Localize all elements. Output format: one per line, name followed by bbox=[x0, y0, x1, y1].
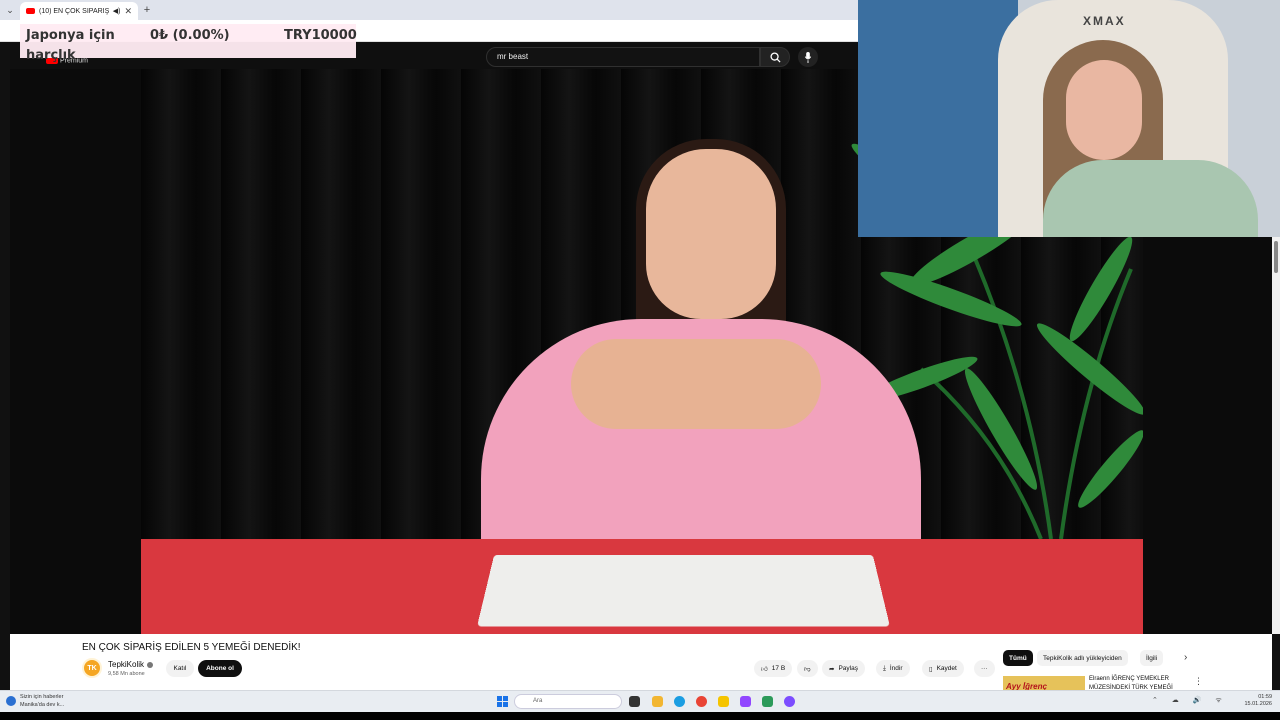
donation-amount: 0₺ (0.00%) bbox=[150, 28, 230, 43]
file-explorer-icon[interactable] bbox=[652, 696, 663, 707]
bookmark-icon: ▯ bbox=[929, 665, 933, 673]
recommendation-menu-icon[interactable]: ⋮ bbox=[1194, 676, 1203, 687]
news-widget-icon[interactable] bbox=[6, 696, 16, 706]
chip-all[interactable]: Tümü bbox=[1003, 650, 1033, 666]
like-button[interactable]: 👍︎ 17 B bbox=[754, 660, 793, 677]
scrollbar-thumb[interactable] bbox=[1274, 241, 1278, 273]
webcam-overlay: XMAX bbox=[858, 0, 1280, 237]
more-actions-button[interactable]: ··· bbox=[974, 660, 995, 677]
voice-search-button[interactable] bbox=[798, 47, 818, 67]
subscribe-button[interactable]: Abone ol bbox=[198, 660, 242, 677]
channel-name-link[interactable]: TepkiKolik bbox=[108, 660, 154, 669]
app-icon[interactable] bbox=[762, 696, 773, 707]
person-face bbox=[646, 149, 776, 319]
share-icon: ➦ bbox=[829, 665, 835, 673]
search-button[interactable] bbox=[760, 47, 790, 67]
webcam-wall-mural bbox=[858, 0, 1018, 237]
verified-badge-icon bbox=[147, 661, 154, 668]
thumbs-down-icon: 👎︎ bbox=[804, 665, 811, 673]
thumbnail-text: Ayy İğrenç bbox=[1006, 682, 1047, 690]
task-view-icon[interactable] bbox=[629, 696, 640, 707]
chair-brand-logo: XMAX bbox=[1083, 14, 1126, 28]
windows-taskbar: Sizin için haberler Manika'da dev k... A… bbox=[0, 690, 1280, 712]
streamer-face bbox=[1066, 60, 1142, 160]
microphone-icon bbox=[804, 51, 812, 63]
clock[interactable]: 01:59 15.01.2026 bbox=[1240, 694, 1272, 708]
close-tab-icon[interactable]: ✕ bbox=[124, 6, 132, 17]
edge-browser-icon[interactable] bbox=[674, 696, 685, 707]
taskbar-search-input[interactable]: Ara bbox=[514, 694, 622, 709]
windows-start-icon[interactable] bbox=[497, 696, 508, 707]
screen-bottom-edge bbox=[0, 712, 1280, 720]
subscriber-count: 9,58 Mn abone bbox=[108, 671, 145, 677]
chevron-right-icon[interactable]: › bbox=[1184, 652, 1187, 663]
chip-from-uploader[interactable]: TepkiKolik adlı yükleyiciden bbox=[1037, 650, 1128, 666]
save-label: Kaydet bbox=[936, 665, 957, 672]
news-widget[interactable]: Sizin için haberler Manika'da dev k... bbox=[20, 693, 64, 709]
news-line-2: Manika'da dev k... bbox=[20, 702, 65, 708]
tab-title: (10) EN ÇOK SİPARİŞ EDİLE bbox=[39, 7, 109, 15]
youtube-favicon-icon bbox=[26, 8, 35, 14]
chrome-icon[interactable] bbox=[696, 696, 707, 707]
screen: ⌄ (10) EN ÇOK SİPARİŞ EDİLE ◀) ✕ + Premi… bbox=[0, 0, 1280, 720]
marble-board bbox=[477, 554, 890, 627]
dislike-button[interactable]: 👎︎ bbox=[797, 660, 818, 677]
video-info-panel: EN ÇOK SİPARİŞ EDİLEN 5 YEMEĞİ DENEDİK! … bbox=[10, 634, 1272, 691]
speaker-icon[interactable]: ◀) bbox=[113, 7, 121, 15]
download-label: İndir bbox=[889, 665, 903, 672]
browser-tab-strip: ⌄ (10) EN ÇOK SİPARİŞ EDİLE ◀) ✕ + bbox=[0, 0, 858, 20]
tab-search-icon[interactable]: ⌄ bbox=[0, 0, 20, 20]
new-tab-button[interactable]: + bbox=[138, 4, 156, 16]
channel-name[interactable]: TepkiKolik bbox=[108, 660, 144, 669]
thumbs-up-icon: 👍︎ bbox=[761, 665, 768, 673]
search-icon bbox=[769, 51, 781, 63]
donation-label: Japonya için harçlık bbox=[26, 28, 115, 63]
download-button[interactable]: ⤓ İndir bbox=[876, 660, 910, 677]
save-button[interactable]: ▯ Kaydet bbox=[922, 660, 964, 677]
channel-avatar[interactable]: TK bbox=[82, 658, 102, 678]
join-button[interactable]: Katıl bbox=[166, 660, 194, 677]
share-label: Paylaş bbox=[838, 665, 858, 672]
system-tray-icons[interactable]: ⌃ ☁ 🔊 ᯤ bbox=[1152, 696, 1228, 705]
chip-related[interactable]: İlgili bbox=[1140, 650, 1164, 666]
donation-goal: TRY10000 bbox=[284, 28, 357, 43]
search-value: mr beast bbox=[497, 52, 529, 61]
donation-goal-widget: Japonya için harçlık 0₺ (0.00%) TRY10000 bbox=[20, 24, 357, 63]
page-scrollbar[interactable] bbox=[1272, 237, 1280, 634]
clock-time: 01:59 bbox=[1258, 694, 1272, 700]
browser-tab-youtube[interactable]: (10) EN ÇOK SİPARİŞ EDİLE ◀) ✕ bbox=[20, 2, 138, 20]
twitch-icon[interactable] bbox=[740, 696, 751, 707]
news-line-1: Sizin için haberler bbox=[20, 694, 64, 700]
clock-date: 15.01.2026 bbox=[1244, 701, 1272, 707]
download-icon: ⤓ bbox=[883, 664, 886, 672]
like-count: 17 B bbox=[771, 665, 786, 672]
recommendation-thumbnail[interactable]: Ayy İğrenç bbox=[1003, 676, 1085, 690]
share-button[interactable]: ➦ Paylaş bbox=[822, 660, 865, 677]
person-arms bbox=[571, 339, 821, 429]
streamer-sweater bbox=[1043, 160, 1258, 237]
search-input[interactable]: mr beast bbox=[486, 47, 760, 67]
video-title: EN ÇOK SİPARİŞ EDİLEN 5 YEMEĞİ DENEDİK! bbox=[82, 642, 301, 653]
streaming-app-icon[interactable] bbox=[784, 696, 795, 707]
folder-icon[interactable] bbox=[718, 696, 729, 707]
